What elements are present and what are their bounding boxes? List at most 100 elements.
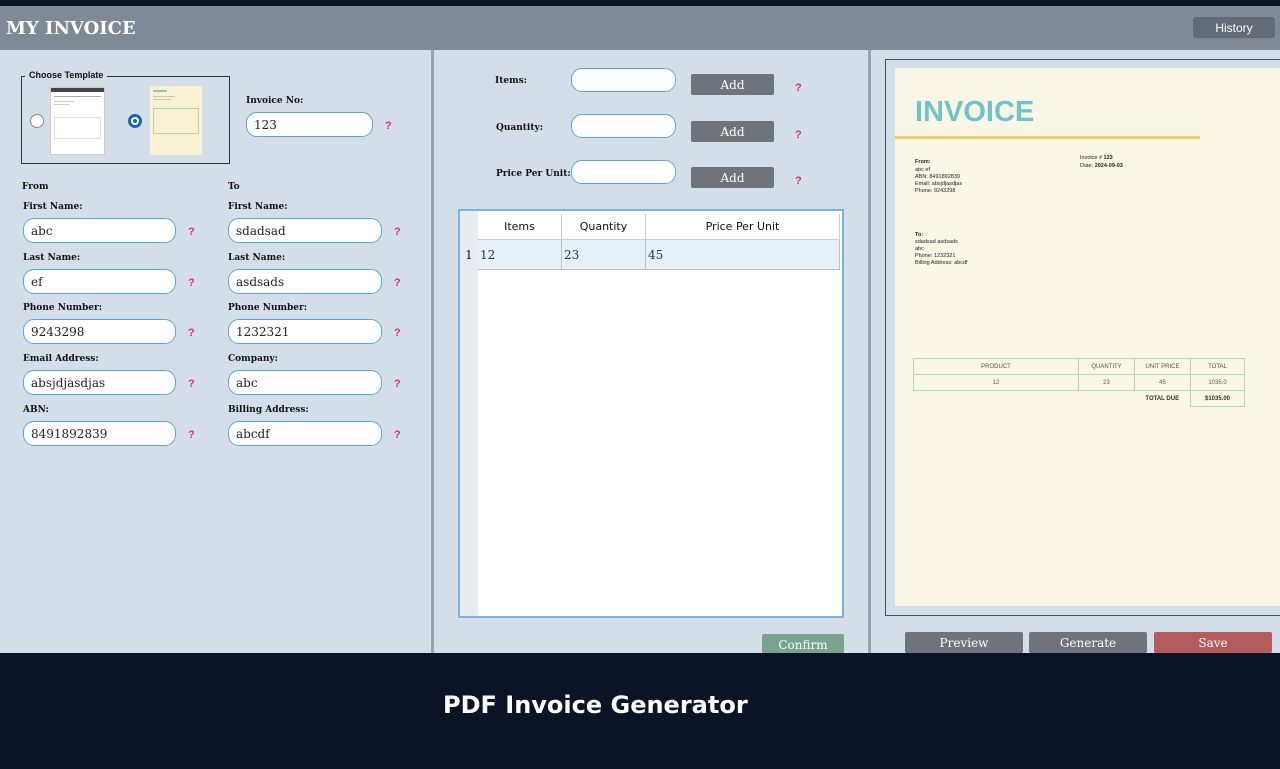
footer-title: PDF Invoice Generator: [443, 691, 748, 719]
from-phone-label: Phone Number:: [23, 303, 103, 313]
preview-from-name: abc ef: [915, 167, 930, 173]
items-table[interactable]: Items Quantity Price Per Unit 1 12 23 45: [458, 209, 844, 618]
items-help-icon[interactable]: ?: [795, 82, 802, 94]
items-label: Items:: [495, 76, 528, 86]
preview-cell-unit-price: 45: [1134, 374, 1191, 391]
template-legend: Choose Template: [25, 70, 108, 80]
column-header-quantity[interactable]: Quantity: [562, 214, 646, 240]
from-first-name-input[interactable]: [23, 218, 176, 243]
to-last-name-help-icon[interactable]: ?: [394, 277, 401, 289]
items-add-button[interactable]: Add: [691, 74, 774, 95]
confirm-button[interactable]: Confirm: [762, 634, 844, 653]
to-phone-help-icon[interactable]: ?: [394, 327, 401, 339]
app-title: MY INVOICE: [6, 18, 136, 39]
preview-cell-quantity: 23: [1078, 374, 1135, 391]
invoice-no-input[interactable]: [246, 112, 373, 137]
title-bar: MY INVOICE History: [0, 6, 1280, 50]
to-first-name-input[interactable]: [228, 218, 382, 243]
from-heading: From: [22, 182, 49, 192]
preview-header-unit-price: UNIT PRICE: [1134, 358, 1191, 375]
preview-heading: INVOICE: [915, 96, 1035, 128]
preview-date: 2024-09-03: [1094, 163, 1123, 169]
quantity-input[interactable]: [571, 114, 676, 138]
to-company-help-icon[interactable]: ?: [394, 378, 401, 390]
to-company-label: Company:: [228, 354, 278, 364]
save-button[interactable]: Save: [1154, 632, 1272, 653]
price-per-unit-label: Price Per Unit:: [496, 169, 571, 179]
template-1-radio[interactable]: [30, 114, 44, 128]
to-phone-input[interactable]: [228, 319, 382, 344]
template-2-thumbnail[interactable]: [150, 86, 202, 155]
preview-items-table: PRODUCT QUANTITY UNIT PRICE TOTAL 12 23 …: [913, 358, 1245, 407]
to-first-name-label: First Name:: [228, 202, 288, 212]
preview-date-prefix: Date:: [1080, 163, 1095, 169]
preview-from-abn: ABN: 8491892839: [915, 174, 960, 180]
to-billing-address-help-icon[interactable]: ?: [394, 429, 401, 441]
from-abn-help-icon[interactable]: ?: [188, 429, 195, 441]
table-cell-quantity[interactable]: 23: [562, 240, 646, 270]
price-per-unit-help-icon[interactable]: ?: [795, 175, 802, 187]
preview-button[interactable]: Preview: [905, 632, 1023, 653]
from-first-name-help-icon[interactable]: ?: [188, 226, 195, 238]
to-company-input[interactable]: [228, 370, 382, 395]
panel-divider-left: [431, 50, 434, 653]
preview-to-label: To:: [915, 232, 924, 238]
preview-date-line: Date: 2024-09-03: [1080, 163, 1123, 170]
preview-from-email: Email: absjdjasdjas: [915, 181, 963, 187]
to-phone-label: Phone Number:: [228, 303, 308, 313]
preview-heading-rule: [895, 136, 1200, 139]
from-last-name-help-icon[interactable]: ?: [188, 277, 195, 289]
column-header-items[interactable]: Items: [478, 214, 562, 240]
template-1-thumbnail[interactable]: [50, 87, 105, 155]
from-phone-help-icon[interactable]: ?: [188, 327, 195, 339]
from-email-help-icon[interactable]: ?: [188, 378, 195, 390]
preview-invoice-prefix: Invoice #: [1080, 155, 1104, 161]
history-button[interactable]: History: [1193, 17, 1275, 38]
preview-cell-product: 12: [913, 374, 1079, 391]
panel-divider-right: [868, 50, 871, 653]
table-cell-items[interactable]: 12: [478, 240, 562, 270]
template-2-radio[interactable]: [128, 114, 142, 128]
invoice-no-help-icon[interactable]: ?: [385, 120, 392, 132]
app-window: MY INVOICE History Choose Template Invoi…: [0, 6, 1280, 653]
column-header-price-per-unit[interactable]: Price Per Unit: [646, 214, 840, 240]
invoice-preview: [895, 68, 1280, 606]
from-email-label: Email Address:: [23, 354, 99, 364]
quantity-add-button[interactable]: Add: [691, 121, 774, 142]
from-email-input[interactable]: [23, 370, 176, 395]
preview-from-label: From:: [915, 159, 931, 165]
to-heading: To: [228, 182, 240, 192]
preview-to-phone: Phone: 1232321: [915, 253, 956, 259]
items-input[interactable]: [571, 68, 676, 92]
preview-header-total: TOTAL: [1190, 358, 1245, 375]
preview-from-phone: Phone: 9243298: [915, 188, 956, 194]
quantity-help-icon[interactable]: ?: [795, 129, 802, 141]
from-last-name-label: Last Name:: [23, 253, 81, 263]
generate-button[interactable]: Generate: [1029, 632, 1147, 653]
from-abn-input[interactable]: [23, 421, 176, 446]
to-last-name-label: Last Name:: [228, 253, 286, 263]
preview-to-name: sdadsad asdsads: [915, 239, 958, 245]
from-last-name-input[interactable]: [23, 269, 176, 294]
preview-total-due-value: $1035.00: [1190, 390, 1245, 407]
preview-invoice-number-line: Invoice # 123: [1080, 155, 1113, 162]
row-number-column: [460, 211, 478, 616]
preview-to-billing-address: Billing Address: abcdf: [915, 260, 968, 266]
table-cell-price-per-unit[interactable]: 45: [646, 240, 840, 270]
preview-invoice-number: 123: [1103, 155, 1113, 161]
quantity-label: Quantity:: [496, 123, 544, 133]
to-billing-address-label: Billing Address:: [228, 405, 309, 415]
from-first-name-label: First Name:: [23, 202, 83, 212]
to-first-name-help-icon[interactable]: ?: [394, 226, 401, 238]
preview-to-company: abc: [915, 246, 924, 252]
from-phone-input[interactable]: [23, 319, 176, 344]
price-per-unit-input[interactable]: [571, 160, 676, 184]
preview-header-product: PRODUCT: [913, 358, 1079, 375]
to-last-name-input[interactable]: [228, 269, 382, 294]
to-billing-address-input[interactable]: [228, 421, 382, 446]
preview-total-due-label: TOTAL DUE: [1145, 395, 1180, 402]
price-per-unit-add-button[interactable]: Add: [691, 167, 774, 188]
row-number: 1: [465, 248, 473, 262]
preview-header-quantity: QUANTITY: [1078, 358, 1135, 375]
preview-cell-total: 1035.0: [1190, 374, 1245, 391]
